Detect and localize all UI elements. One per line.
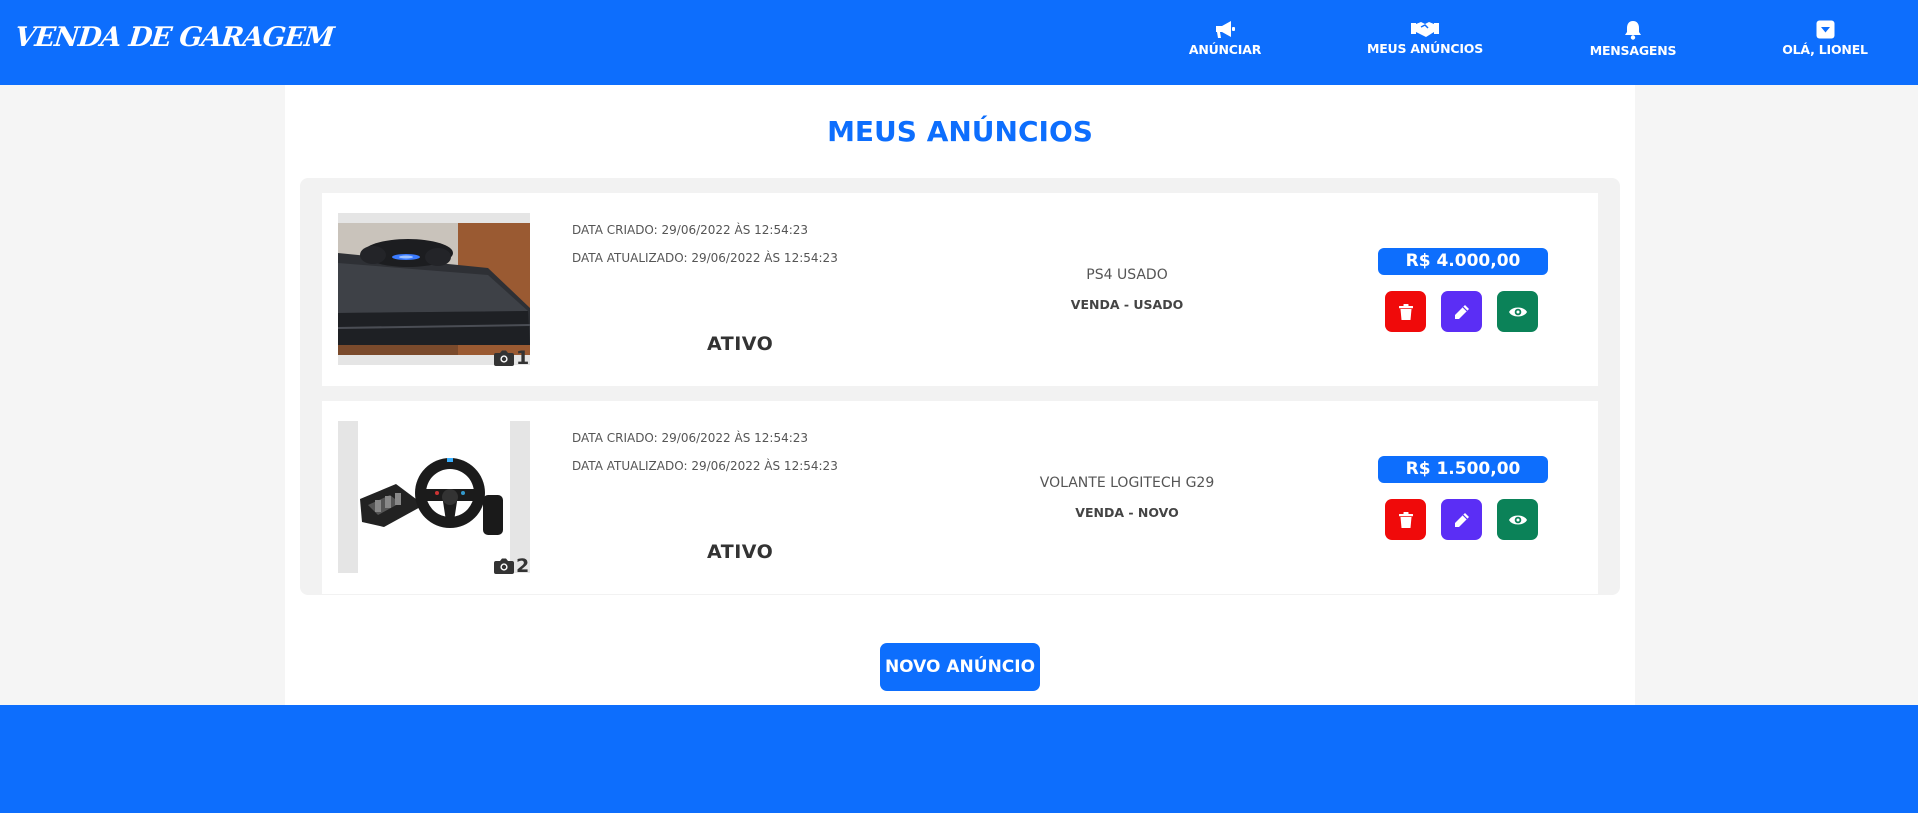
nav-anunciar[interactable]: ANÚNCIAR xyxy=(1140,20,1310,57)
listing-title: VOLANTE LOGITECH G29 xyxy=(1039,475,1215,491)
camera-icon xyxy=(494,350,514,366)
date-created: DATA CRIADO: 29/06/2022 ÀS 12:54:23 xyxy=(572,223,809,237)
nav-anunciar-label: ANÚNCIAR xyxy=(1188,42,1262,57)
listing-status: ATIVO xyxy=(707,333,774,355)
new-listing-button[interactable]: NOVO ANÚNCIO xyxy=(880,643,1040,691)
listing-card: 2 DATA CRIADO: 29/06/2022 ÀS 12:54:23 DA… xyxy=(322,401,1598,594)
camera-icon xyxy=(494,558,514,574)
listing-thumbnail[interactable] xyxy=(338,213,530,365)
photo-count: 2 xyxy=(494,555,529,577)
page-title: MEUS ANÚNCIOS xyxy=(827,115,1093,148)
nav-user-menu[interactable]: OLÁ, LIONEL xyxy=(1740,20,1910,57)
edit-button[interactable] xyxy=(1441,499,1482,540)
delete-button[interactable] xyxy=(1385,499,1426,540)
nav-mensagens[interactable]: MENSAGENS xyxy=(1548,20,1718,58)
listing-type: VENDA - USADO xyxy=(1070,297,1184,312)
edit-button[interactable] xyxy=(1441,291,1482,332)
bell-icon xyxy=(1625,21,1641,40)
eye-icon xyxy=(1508,307,1527,316)
nav-mensagens-label: MENSAGENS xyxy=(1589,43,1677,58)
pencil-icon xyxy=(1454,304,1469,319)
nav-meus-anuncios-label: MEUS ANÚNCIOS xyxy=(1366,41,1484,56)
footer xyxy=(0,705,1918,813)
listing-status: ATIVO xyxy=(707,541,774,563)
ps4-console-image xyxy=(338,223,530,355)
listing-thumbnail[interactable] xyxy=(338,421,530,573)
top-navbar: VENDA DE GARAGEM ANÚNCIAR MEUS ANÚNCIOS … xyxy=(0,0,1918,85)
trash-icon xyxy=(1398,303,1413,320)
view-button[interactable] xyxy=(1497,499,1538,540)
brand-logo[interactable]: VENDA DE GARAGEM xyxy=(13,22,335,53)
photo-count: 1 xyxy=(494,347,529,369)
main-content: MEUS ANÚNCIOS 1 DATA CRIADO: 29/06/2022 … xyxy=(285,85,1635,705)
pencil-icon xyxy=(1454,512,1469,527)
date-updated: DATA ATUALIZADO: 29/06/2022 ÀS 12:54:23 xyxy=(572,459,838,473)
photo-count-value: 1 xyxy=(516,347,530,369)
nav-user-label: OLÁ, LIONEL xyxy=(1782,42,1868,57)
photo-count-value: 2 xyxy=(516,555,530,577)
nav-meus-anuncios[interactable]: MEUS ANÚNCIOS xyxy=(1340,20,1510,56)
listing-card: 1 DATA CRIADO: 29/06/2022 ÀS 12:54:23 DA… xyxy=(322,193,1598,386)
date-updated: DATA ATUALIZADO: 29/06/2022 ÀS 12:54:23 xyxy=(572,251,838,265)
price-badge: R$ 1.500,00 xyxy=(1378,456,1548,483)
megaphone-icon xyxy=(1216,21,1235,38)
date-created: DATA CRIADO: 29/06/2022 ÀS 12:54:23 xyxy=(572,431,809,445)
caret-square-down-icon xyxy=(1816,20,1834,39)
price-badge: R$ 4.000,00 xyxy=(1378,248,1548,275)
steering-wheel-image xyxy=(358,421,510,573)
eye-icon xyxy=(1508,515,1527,524)
trash-icon xyxy=(1398,511,1413,528)
view-button[interactable] xyxy=(1497,291,1538,332)
delete-button[interactable] xyxy=(1385,291,1426,332)
handshake-icon xyxy=(1411,22,1439,37)
listing-title: PS4 USADO xyxy=(1086,267,1168,283)
listing-type: VENDA - NOVO xyxy=(1075,505,1179,520)
listings-container: 1 DATA CRIADO: 29/06/2022 ÀS 12:54:23 DA… xyxy=(300,178,1620,595)
